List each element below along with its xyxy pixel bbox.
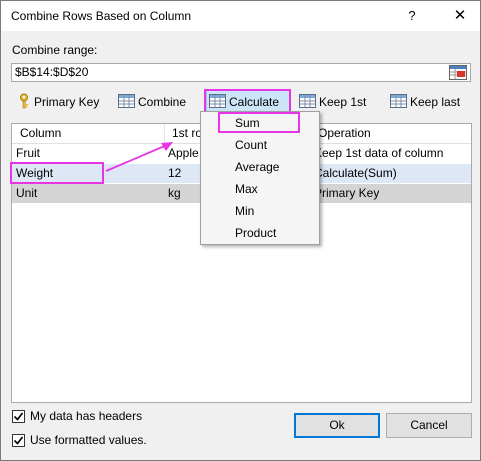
formatted-checkbox[interactable]	[12, 433, 25, 447]
weight-highlight-box	[10, 162, 104, 184]
table-icon	[118, 93, 135, 111]
combine-range-label: Combine range:	[12, 43, 98, 57]
combine-range-input[interactable]: $B$14:$D$20	[11, 63, 471, 82]
menu-item-product[interactable]: Product	[235, 226, 276, 240]
title-bar: Combine Rows Based on Column ? ✕	[1, 1, 480, 31]
help-button[interactable]: ?	[397, 5, 427, 27]
cell-operation: Calculate(Sum)	[314, 166, 397, 180]
header-column[interactable]: Column	[16, 124, 61, 143]
menu-item-average[interactable]: Average	[235, 160, 279, 174]
menu-item-max[interactable]: Max	[235, 182, 258, 196]
checkmark-icon	[13, 436, 24, 445]
calculate-highlight-box	[204, 89, 291, 113]
range-select-icon[interactable]	[449, 65, 467, 80]
keep-first-button[interactable]: Keep 1st	[299, 93, 366, 111]
combine-button[interactable]: Combine	[118, 93, 186, 111]
key-icon	[17, 93, 31, 112]
menu-item-count[interactable]: Count	[235, 138, 267, 152]
combine-label: Combine	[138, 95, 187, 109]
checkmark-icon	[13, 412, 24, 421]
menu-item-min[interactable]: Min	[235, 204, 254, 218]
combine-rows-dialog: Combine Rows Based on Column ? ✕ Combine…	[0, 0, 481, 461]
table-icon	[390, 93, 407, 111]
formatted-option[interactable]: Use formatted values.	[12, 433, 147, 447]
cell-column: Fruit	[16, 146, 40, 160]
keep-first-label: Keep 1st	[319, 95, 367, 109]
cell-operation: Keep 1st data of column	[314, 146, 444, 160]
dialog-title: Combine Rows Based on Column	[11, 9, 192, 23]
sum-highlight-box	[218, 112, 300, 133]
formatted-label: Use formatted values.	[30, 433, 147, 447]
table-icon	[299, 93, 316, 111]
cell-column: Unit	[16, 186, 38, 200]
headers-checkbox[interactable]	[12, 409, 25, 423]
headers-option[interactable]: My data has headers	[12, 409, 142, 423]
ok-button[interactable]: Ok	[294, 413, 380, 438]
pointer-arrow-icon	[105, 142, 173, 172]
primary-key-label: Primary Key	[34, 95, 100, 109]
header-operation[interactable]: Operation	[314, 124, 371, 143]
keep-last-button[interactable]: Keep last	[390, 93, 460, 111]
primary-key-button[interactable]: Primary Key	[17, 93, 99, 111]
cancel-button[interactable]: Cancel	[386, 413, 472, 438]
close-button[interactable]: ✕	[445, 5, 475, 27]
cell-operation: Primary Key	[314, 186, 380, 200]
cell-value: kg	[168, 186, 181, 200]
headers-label: My data has headers	[30, 409, 143, 423]
keep-last-label: Keep last	[410, 95, 461, 109]
